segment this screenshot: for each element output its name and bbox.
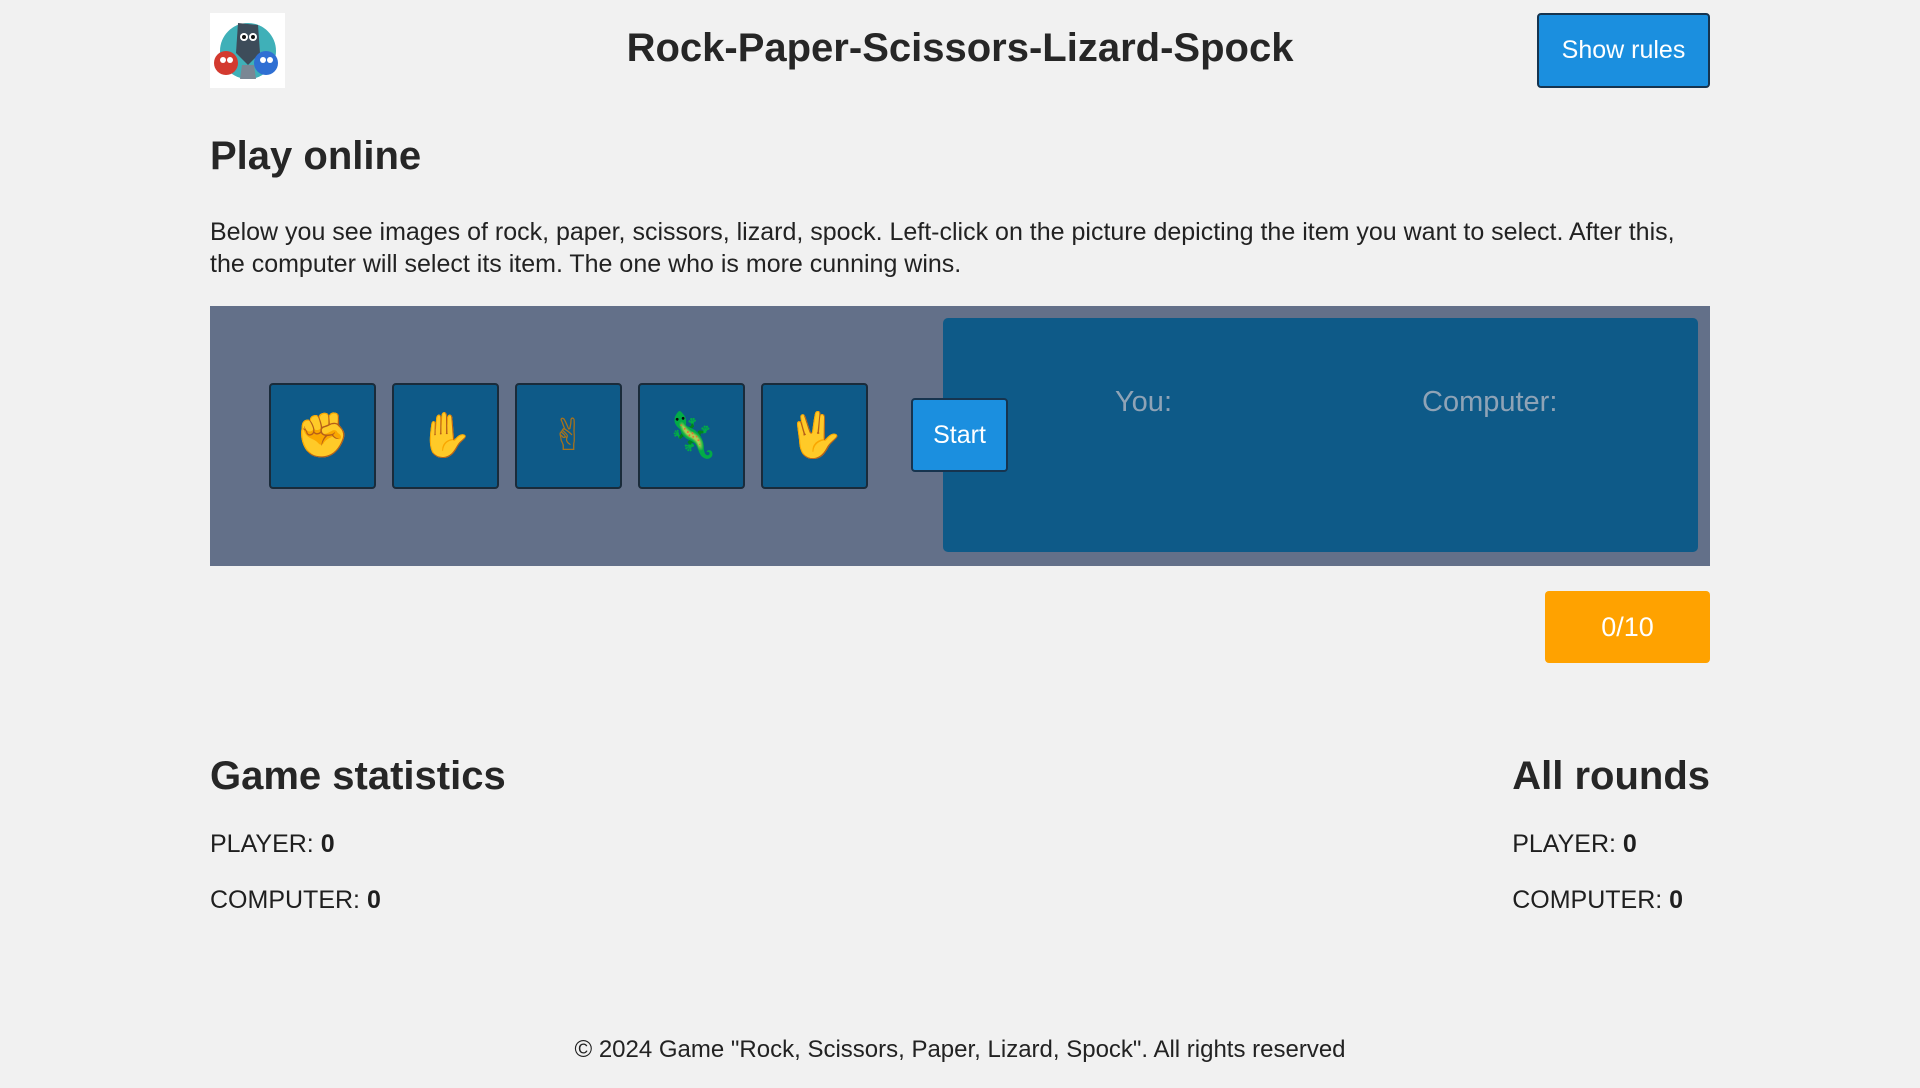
page-container: Rock-Paper-Scissors-Lizard-Spock Show ru…: [210, 0, 1710, 914]
computer-label: Computer:: [1422, 386, 1558, 418]
site-title: Rock-Paper-Scissors-Lizard-Spock: [626, 26, 1294, 70]
raised-hand-icon: ✋: [418, 411, 473, 460]
player-label: PLAYER:: [210, 830, 321, 858]
show-rules-button[interactable]: Show rules: [1537, 13, 1710, 88]
intro-text: Below you see images of rock, paper, sci…: [210, 218, 1675, 278]
vulcan-salute-icon: 🖖: [787, 411, 842, 460]
victory-hand-icon: ✌: [550, 411, 587, 460]
round-counter: 0/10: [1545, 591, 1710, 663]
header: Rock-Paper-Scissors-Lizard-Spock Show ru…: [210, 0, 1710, 100]
choice-rock[interactable]: ✊: [269, 383, 376, 489]
computer-score: 0: [1669, 886, 1684, 914]
result-box: You: Computer:: [943, 318, 1698, 552]
choice-lizard[interactable]: 🦎: [638, 383, 745, 489]
game-statistics-heading: Game statistics: [210, 754, 506, 798]
choice-list: ✊ ✋ ✌ 🦎 🖖: [269, 383, 868, 489]
computer-score-row: COMPUTER: 0: [210, 886, 506, 915]
footer-copyright: © 2024 Game "Rock, Scissors, Paper, Liza…: [574, 1036, 1346, 1063]
choice-scissors[interactable]: ✌: [515, 383, 622, 489]
computer-score: 0: [366, 886, 381, 914]
all-rounds: All rounds PLAYER: 0 COMPUTER: 0: [1512, 754, 1710, 915]
computer-label: COMPUTER:: [1512, 886, 1670, 914]
game-panel: ✊ ✋ ✌ 🦎 🖖 You: Computer: Start: [210, 306, 1710, 566]
play-online-heading: Play online: [210, 134, 422, 178]
all-rounds-heading: All rounds: [1512, 754, 1710, 798]
player-score-row: PLAYER: 0: [210, 830, 506, 859]
start-button[interactable]: Start: [911, 398, 1008, 472]
choice-paper[interactable]: ✋: [392, 383, 499, 489]
player-score-row: PLAYER: 0: [1512, 830, 1710, 859]
fist-icon: ✊: [295, 411, 350, 460]
you-label: You:: [1115, 386, 1172, 418]
computer-label: COMPUTER:: [210, 886, 367, 914]
player-score: 0: [320, 830, 335, 858]
player-score: 0: [1622, 830, 1637, 858]
computer-score-row: COMPUTER: 0: [1512, 886, 1710, 915]
choice-spock[interactable]: 🖖: [761, 383, 868, 489]
player-label: PLAYER:: [1512, 830, 1623, 858]
lizard-icon: 🦎: [664, 411, 719, 460]
game-statistics: Game statistics PLAYER: 0 COMPUTER: 0: [210, 754, 506, 915]
